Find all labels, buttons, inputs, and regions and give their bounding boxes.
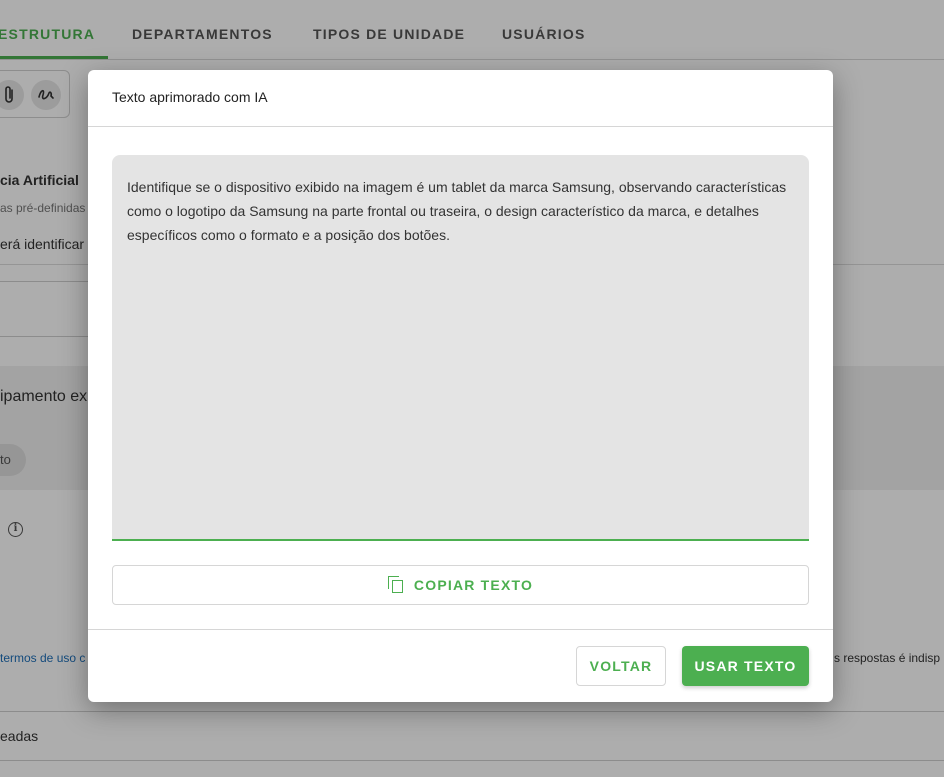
use-text-button[interactable]: USAR TEXTO	[682, 646, 809, 686]
copy-icon	[387, 576, 404, 594]
improved-text-area[interactable]: Identifique se o dispositivo exibido na …	[112, 155, 809, 541]
copy-text-label: COPIAR TEXTO	[413, 577, 534, 593]
dialog-header-divider	[88, 126, 833, 127]
back-button[interactable]: VOLTAR	[576, 646, 666, 686]
dialog-title: Texto aprimorado com IA	[112, 89, 268, 105]
copy-text-button[interactable]: COPIAR TEXTO	[112, 565, 809, 605]
dialog-footer-divider	[88, 629, 833, 630]
ai-text-dialog: Texto aprimorado com IA Identifique se o…	[88, 70, 833, 702]
